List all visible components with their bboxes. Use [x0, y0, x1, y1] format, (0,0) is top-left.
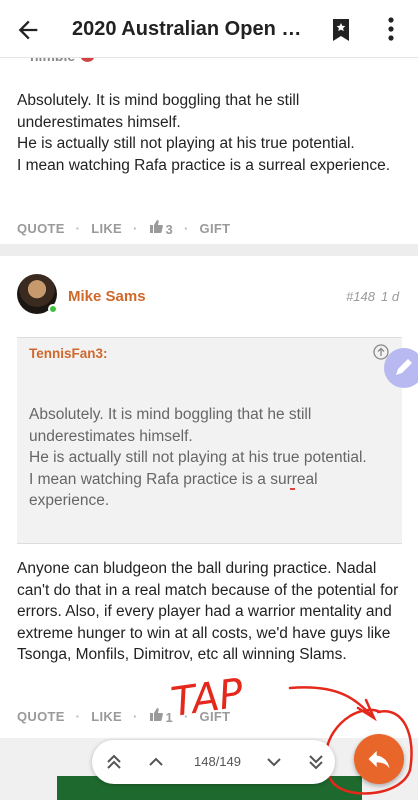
reply-button[interactable]	[354, 734, 404, 784]
like-count[interactable]: 3	[149, 220, 174, 237]
previous-post-body: Absolutely. It is mind boggling that he …	[17, 90, 403, 176]
quote-line: I mean watching Rafa practice is a surre…	[29, 470, 318, 510]
like-button[interactable]: LIKE	[91, 221, 122, 236]
quote-line: Absolutely. It is mind boggling that he …	[29, 406, 312, 445]
previous-post-line: I mean watching Rafa practice is a surre…	[17, 156, 391, 174]
quote-text: Absolutely. It is mind boggling that he …	[29, 404, 369, 512]
avatar[interactable]	[17, 274, 58, 314]
thumbs-up-icon	[149, 220, 163, 234]
quote-button[interactable]: QUOTE	[17, 221, 65, 236]
post-body: Anyone can bludgeon the ball during prac…	[17, 560, 399, 663]
post-separator	[0, 244, 418, 256]
separator-dot: ·	[183, 709, 189, 725]
previous-post-line: Absolutely. It is mind boggling that he …	[17, 92, 300, 131]
double-chevron-up-icon[interactable]	[104, 752, 124, 772]
post-actions: QUOTE · LIKE · 1 · GIFT	[17, 708, 230, 725]
separator-dot: ·	[132, 709, 138, 725]
post-author[interactable]: Mike Sams	[68, 288, 146, 305]
previous-post-actions: QUOTE · LIKE · 3 · GIFT	[17, 220, 230, 237]
edit-button[interactable]	[384, 348, 418, 388]
quote-button[interactable]: QUOTE	[17, 709, 65, 724]
gift-button[interactable]: GIFT	[200, 221, 231, 236]
like-button[interactable]: LIKE	[91, 709, 122, 724]
separator-dot: ·	[75, 221, 81, 237]
gift-button[interactable]: GIFT	[200, 709, 231, 724]
bookmark-icon[interactable]	[330, 18, 352, 42]
page-indicator[interactable]: 148/149	[194, 754, 241, 769]
more-vert-icon[interactable]	[381, 16, 401, 42]
thread-title: 2020 Australian Open R...	[72, 18, 312, 40]
double-chevron-down-icon[interactable]	[306, 752, 326, 772]
quote-line: He is actually still not playing at his …	[29, 449, 367, 466]
reply-icon	[368, 750, 390, 769]
previous-post-line: He is actually still not playing at his …	[17, 135, 355, 152]
separator-dot: ·	[183, 221, 189, 237]
top-app-bar: 2020 Australian Open R...	[0, 0, 418, 58]
online-status-icon	[48, 304, 58, 314]
back-arrow-icon[interactable]	[14, 16, 42, 44]
quote-author[interactable]: TennisFan3:	[29, 346, 108, 361]
separator-dot: ·	[75, 709, 81, 725]
separator-dot: ·	[132, 221, 138, 237]
quote-block[interactable]: TennisFan3: Absolutely. It is mind boggl…	[17, 337, 402, 544]
thread-navigation: 148/149	[92, 740, 335, 784]
post-time: 1 d	[381, 289, 400, 304]
edit-icon	[396, 359, 412, 375]
chevron-down-icon[interactable]	[264, 752, 284, 772]
post-number[interactable]: #148	[346, 289, 375, 304]
chevron-up-icon[interactable]	[146, 752, 166, 772]
like-count[interactable]: 1	[149, 708, 174, 725]
annotation-mark	[290, 488, 295, 490]
thumbs-up-icon	[149, 708, 163, 722]
